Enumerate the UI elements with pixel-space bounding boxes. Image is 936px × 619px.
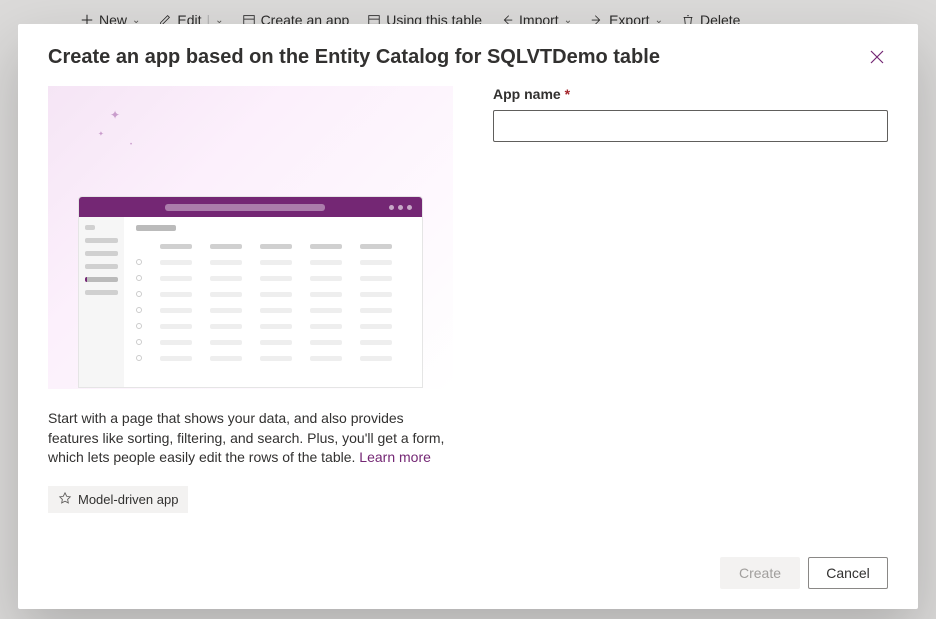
model-driven-badge: Model-driven app <box>48 486 188 513</box>
learn-more-link[interactable]: Learn more <box>359 449 431 465</box>
cancel-button[interactable]: Cancel <box>808 557 888 589</box>
create-button[interactable]: Create <box>720 557 800 589</box>
app-type-icon <box>58 492 72 506</box>
app-illustration: ✦ ✦ • <box>48 86 453 389</box>
description: Start with a page that shows your data, … <box>48 409 453 468</box>
app-name-input[interactable] <box>493 110 888 142</box>
app-name-label: App name * <box>493 86 570 102</box>
modal-title: Create an app based on the Entity Catalo… <box>48 46 660 69</box>
close-icon <box>870 50 884 64</box>
close-button[interactable] <box>866 46 888 72</box>
create-app-modal: Create an app based on the Entity Catalo… <box>18 24 918 609</box>
